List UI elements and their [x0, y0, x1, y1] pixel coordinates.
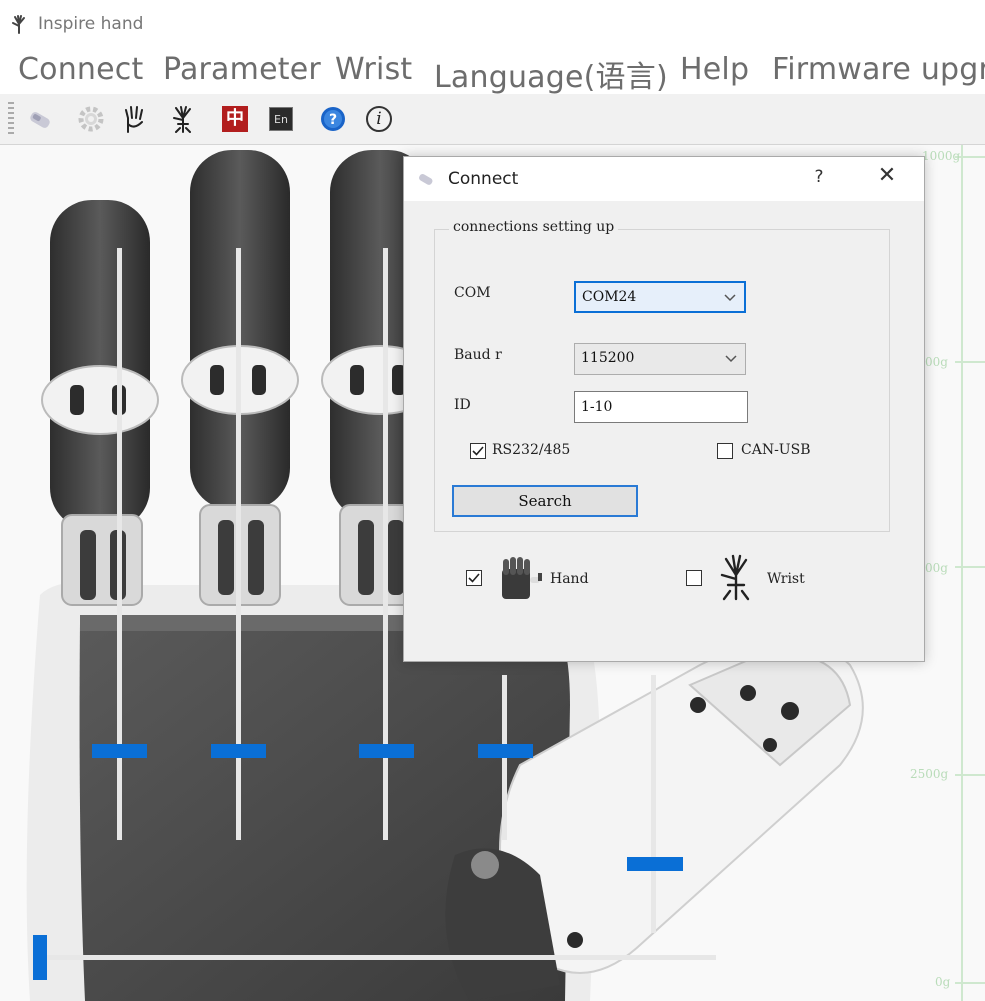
toolbar-grip: [8, 102, 14, 136]
dialog-title: Connect: [448, 169, 519, 189]
axis-label-top: 1000g: [922, 149, 961, 163]
connect-plug-icon: [419, 174, 433, 185]
menu-language[interactable]: Language(语言): [434, 52, 668, 94]
baud-rate-select[interactable]: 115200: [574, 343, 746, 375]
finger-slider-track-5[interactable]: [651, 675, 656, 933]
baud-rate-select-value: 115200: [581, 350, 635, 366]
axis-label-middle: 00g: [925, 561, 948, 575]
wrist-hand-icon[interactable]: [166, 102, 200, 136]
hand-label: Hand: [550, 571, 589, 587]
can-usb-label: CAN-USB: [741, 442, 811, 458]
finger-slider-thumb-5[interactable]: [627, 857, 683, 871]
hand-app-icon: [12, 15, 25, 34]
finger-slider-thumb-2[interactable]: [211, 744, 266, 759]
checkmark-icon: [472, 446, 484, 456]
menu-firmware-upgrade[interactable]: Firmware upgra: [772, 52, 985, 87]
svg-text:?: ?: [329, 112, 337, 128]
chinese-language-icon[interactable]: 中: [218, 102, 252, 136]
axis-label-lower: 2500g: [910, 767, 949, 781]
menu-connect[interactable]: Connect: [18, 52, 143, 87]
chinese-language-label: 中: [222, 106, 248, 132]
chevron-down-icon: [724, 294, 736, 302]
axis-label-upper: 00g: [925, 355, 948, 369]
english-language-label: En: [269, 107, 293, 131]
rs232-label: RS232/485: [492, 442, 571, 458]
com-select[interactable]: COM24: [574, 281, 746, 313]
title-bar: Inspire hand: [0, 0, 985, 50]
hand-gesture-icon[interactable]: [118, 102, 152, 136]
search-button[interactable]: Search: [452, 485, 638, 517]
com-label: COM: [454, 285, 491, 301]
wrist-checkbox[interactable]: [686, 570, 702, 586]
checkmark-icon: [468, 573, 480, 583]
finger-slider-thumb-1[interactable]: [92, 744, 147, 759]
english-language-icon[interactable]: En: [264, 102, 298, 136]
menu-help[interactable]: Help: [680, 52, 749, 87]
hand-checkbox[interactable]: [466, 570, 482, 586]
chevron-down-icon: [725, 355, 737, 363]
dialog-close-button[interactable]: ✕: [874, 163, 900, 193]
id-input[interactable]: [574, 391, 748, 423]
can-usb-checkbox[interactable]: [717, 443, 733, 459]
menu-bar: Connect Parameter Wrist Language(语言) Hel…: [0, 50, 985, 94]
gear-icon[interactable]: [74, 102, 108, 136]
dialog-help-button[interactable]: ?: [808, 167, 830, 191]
id-label: ID: [454, 397, 471, 413]
help-icon[interactable]: ?: [316, 102, 350, 136]
wrist-slider-thumb[interactable]: [33, 935, 47, 980]
menu-wrist[interactable]: Wrist: [335, 52, 412, 87]
dialog-title-bar: Connect ? ✕: [404, 157, 924, 201]
finger-slider-thumb-4[interactable]: [478, 744, 533, 759]
menu-parameter[interactable]: Parameter: [163, 52, 321, 87]
toolbar: 中 En ? i: [0, 94, 985, 145]
app-title: Inspire hand: [38, 14, 144, 34]
wrist-label: Wrist: [767, 571, 805, 587]
groupbox-title: connections setting up: [449, 219, 619, 235]
hand-icon: [502, 557, 542, 599]
rs232-checkbox[interactable]: [470, 443, 486, 459]
connect-dialog: Connect ? ✕ connections setting up COM C…: [403, 156, 925, 662]
axis-label-bottom: 0g: [935, 975, 951, 989]
com-select-value: COM24: [582, 289, 637, 305]
finger-slider-thumb-3[interactable]: [359, 744, 414, 759]
info-label: i: [366, 106, 392, 132]
wrist-hand-icon: [720, 554, 750, 601]
info-icon[interactable]: i: [362, 102, 396, 136]
wrist-slider-track[interactable]: [40, 955, 716, 960]
connect-plug-icon[interactable]: [24, 102, 58, 136]
baud-rate-label: Baud r: [454, 347, 502, 363]
